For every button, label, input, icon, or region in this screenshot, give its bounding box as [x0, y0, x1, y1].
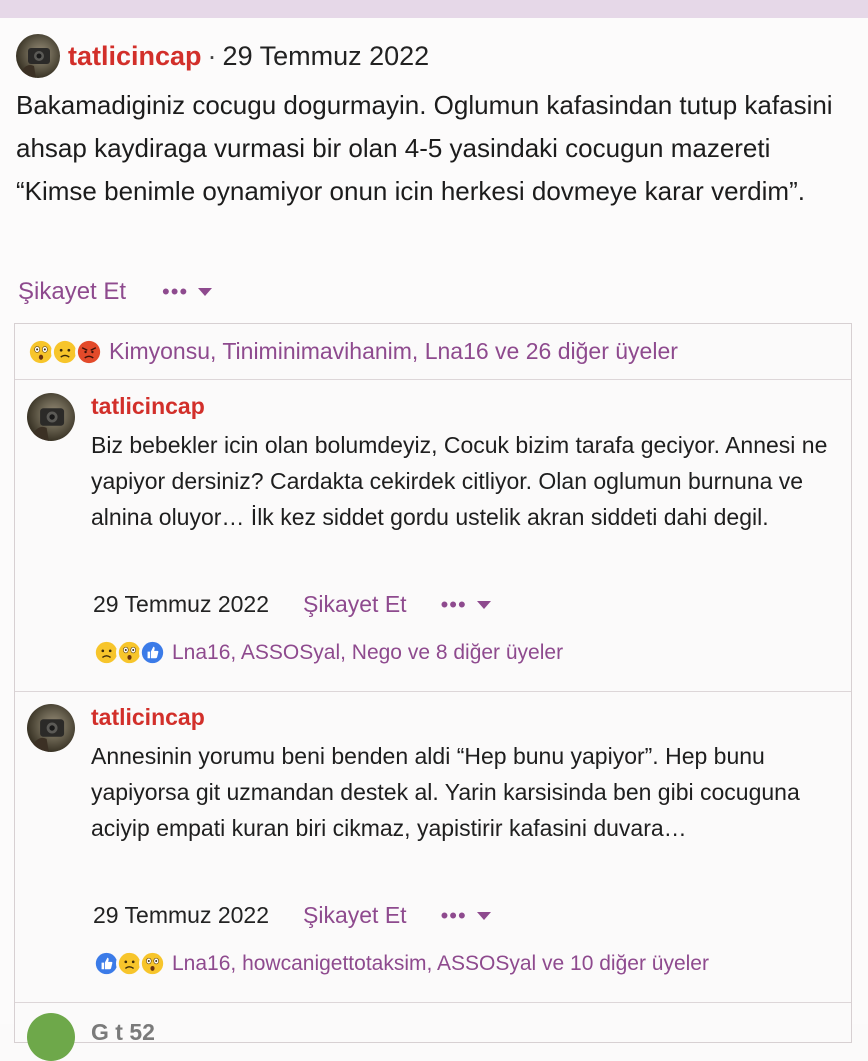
- post-actions: Şikayet Et •••: [18, 274, 213, 310]
- like-emoji-icon: [139, 639, 166, 666]
- post-header: tatlicincap · 29 Temmuz 2022: [68, 38, 429, 74]
- post-username[interactable]: tatlicincap: [68, 41, 202, 71]
- reaction-users-text[interactable]: Lna16, howcanigettotaksim, ASSOSyal ve 1…: [172, 952, 709, 976]
- comment-item: tatlicincap Annesinin yorumu beni benden…: [15, 692, 851, 1003]
- more-menu-button[interactable]: •••: [441, 592, 491, 618]
- user-avatar[interactable]: [27, 393, 75, 441]
- user-avatar[interactable]: [27, 1013, 75, 1061]
- more-dots-icon: •••: [162, 279, 189, 304]
- chevron-down-icon: [198, 288, 213, 296]
- comment-reactions[interactable]: Lna16, howcanigettotaksim, ASSOSyal ve 1…: [93, 950, 709, 977]
- reaction-users-text[interactable]: Kimyonsu, Tiniminimavihanim, Lna16 ve 26…: [109, 338, 678, 365]
- more-dots-icon: •••: [440, 902, 467, 928]
- separator: ·: [207, 41, 217, 71]
- replies-container: Kimyonsu, Tiniminimavihanim, Lna16 ve 26…: [14, 323, 852, 1061]
- comment-username[interactable]: tatlicincap: [91, 704, 205, 731]
- report-link[interactable]: Şikayet Et: [303, 902, 407, 929]
- reaction-icons: [27, 337, 103, 366]
- reaction-users-text[interactable]: Lna16, ASSOSyal, Nego ve 8 diğer üyeler: [172, 641, 563, 665]
- user-avatar[interactable]: [16, 34, 60, 78]
- top-bar: [0, 0, 868, 18]
- reaction-icons: [93, 950, 166, 977]
- comment-actions: 29 Temmuz 2022 Şikayet Et •••: [93, 591, 491, 618]
- chevron-down-icon: [476, 911, 491, 920]
- more-menu-button[interactable]: •••: [162, 279, 213, 305]
- report-link[interactable]: Şikayet Et: [303, 591, 407, 618]
- astonished-emoji-icon: [139, 950, 166, 977]
- angry-emoji-icon: [75, 337, 103, 366]
- post-body: Bakamadiginiz cocugu dogurmayin. Oglumun…: [16, 90, 833, 206]
- comment-date[interactable]: 29 Temmuz 2022: [93, 591, 269, 618]
- comment-date[interactable]: 29 Temmuz 2022: [93, 902, 269, 929]
- post-reactions[interactable]: Kimyonsu, Tiniminimavihanim, Lna16 ve 26…: [15, 324, 851, 380]
- more-dots-icon: •••: [440, 591, 467, 617]
- post: tatlicincap · 29 Temmuz 2022 Bakamadiginiz…: [0, 18, 868, 1061]
- comment-item: G t 52: [15, 1003, 851, 1061]
- post-date[interactable]: 29 Temmuz 2022: [223, 41, 430, 71]
- comment-body: Biz bebekler icin olan bolumdeyiz, Cocuk…: [91, 432, 828, 530]
- comment-reactions[interactable]: Lna16, ASSOSyal, Nego ve 8 diğer üyeler: [93, 639, 563, 666]
- report-link[interactable]: Şikayet Et: [18, 278, 126, 306]
- user-avatar[interactable]: [27, 704, 75, 752]
- comment-username[interactable]: tatlicincap: [91, 393, 205, 420]
- comment-username[interactable]: G t 52: [91, 1019, 155, 1046]
- comment-body: Annesinin yorumu beni benden aldi “Hep b…: [91, 743, 800, 841]
- more-menu-button[interactable]: •••: [441, 903, 491, 929]
- chevron-down-icon: [476, 600, 491, 609]
- reaction-icons: [93, 639, 166, 666]
- comment-actions: 29 Temmuz 2022 Şikayet Et •••: [93, 902, 491, 929]
- comment-item: tatlicincap Biz bebekler icin olan bolum…: [15, 381, 851, 692]
